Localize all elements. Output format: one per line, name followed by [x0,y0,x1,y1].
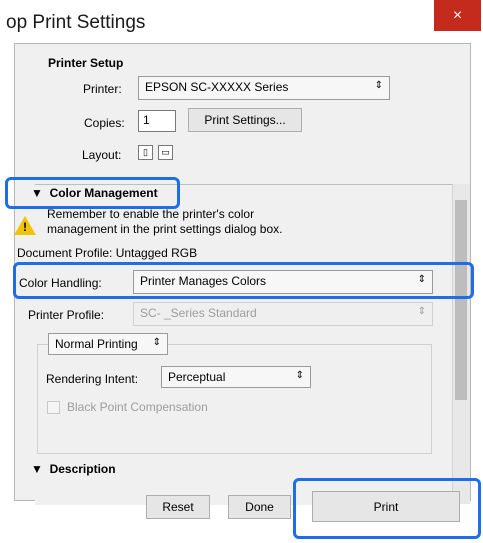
printer-profile-label: Printer Profile: [28,308,105,322]
color-management-highlight [5,177,180,209]
landscape-layout-icon[interactable]: ▭ [158,145,173,160]
color-handling-highlight [13,262,474,299]
copies-label: Copies: [84,116,125,130]
description-heading[interactable]: ▼ Description [31,462,116,476]
warning-text-line1: Remember to enable the printer's color [47,207,255,221]
chevron-down-icon: ⇕ [417,306,426,317]
printer-profile-select: SC- _Series Standard ⇕ [133,302,433,326]
chevron-down-icon: ⇕ [374,80,383,91]
print-highlight [293,478,481,539]
printer-select-value: EPSON SC-XXXXX Series [145,80,289,94]
rendering-intent-value: Perceptual [168,370,226,384]
printer-select[interactable]: EPSON SC-XXXXX Series ⇕ [138,76,390,100]
rendering-intent-label: Rendering Intent: [46,372,139,386]
printer-profile-value: SC- _Series Standard [140,306,257,320]
print-settings-button[interactable]: Print Settings... [188,108,302,132]
window-title: op Print Settings [6,12,146,33]
printing-options-group [37,344,432,454]
normal-printing-value: Normal Printing [55,337,138,351]
rendering-intent-select[interactable]: Perceptual ⇕ [161,366,311,388]
normal-printing-select[interactable]: Normal Printing ⇕ [48,333,168,355]
layout-label: Layout: [82,148,122,162]
close-icon: × [452,6,463,24]
chevron-down-icon: ⇕ [295,370,304,381]
printer-label: Printer: [83,82,122,96]
black-point-label: Black Point Compensation [67,400,208,414]
printer-setup-heading: Printer Setup [48,56,124,70]
reset-button[interactable]: Reset [146,495,210,519]
portrait-layout-icon[interactable]: ▯ [138,145,153,160]
description-label: Description [49,462,116,476]
vertical-scrollbar[interactable] [452,184,470,504]
close-button[interactable]: × [434,0,481,31]
black-point-checkbox [47,401,60,414]
collapse-triangle-icon: ▼ [31,462,43,476]
scrollbar-thumb[interactable] [455,200,467,400]
copies-field[interactable]: 1 [138,110,176,132]
chevron-down-icon: ⇕ [152,337,161,348]
warning-exclamation: ! [23,220,27,234]
warning-text-line2: management in the print settings dialog … [47,222,283,236]
document-profile: Document Profile: Untagged RGB [17,246,198,260]
done-button[interactable]: Done [228,495,291,519]
